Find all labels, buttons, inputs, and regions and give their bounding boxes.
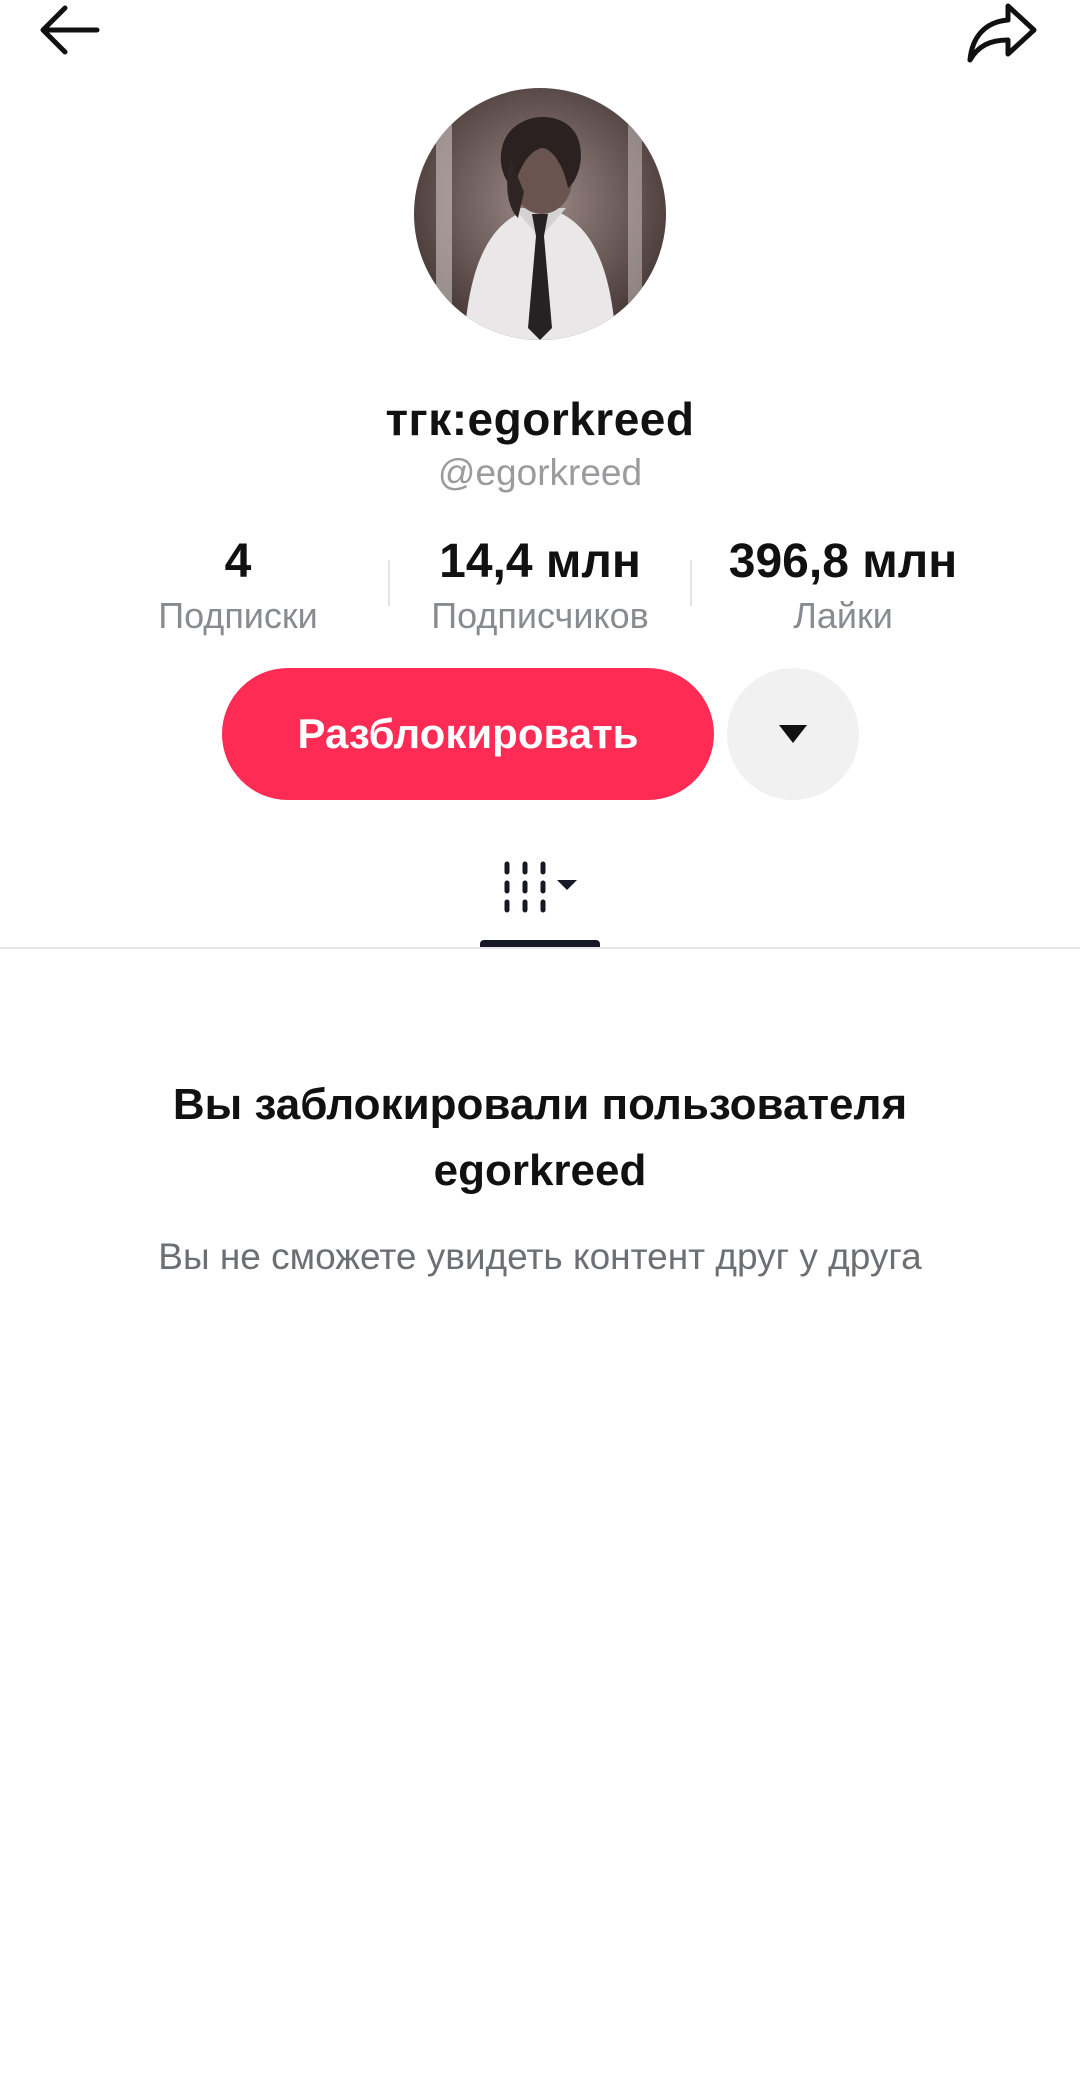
arrow-left-icon: [40, 5, 100, 55]
avatar[interactable]: [414, 88, 666, 340]
share-button[interactable]: [952, 0, 1052, 64]
blocked-subtitle: Вы не сможете увидеть контент друг у дру…: [158, 1236, 922, 1277]
display-name: тгк:egorkreed: [385, 393, 695, 445]
more-options-button[interactable]: [727, 668, 859, 800]
stat-divider: [690, 560, 692, 606]
blocked-title: Вы заблокировали пользователя egorkreed: [172, 1080, 908, 1195]
stat-divider: [388, 560, 390, 606]
stat-value: 14,4 млн: [439, 535, 641, 588]
caret-down-icon: [779, 725, 807, 743]
caret-down-icon: [557, 880, 577, 890]
stat-likes[interactable]: 396,8 млн Лайки: [700, 530, 986, 638]
avatar-image: [414, 88, 666, 340]
tab-videos[interactable]: [480, 856, 600, 920]
unblock-button[interactable]: Разблокировать: [222, 668, 714, 800]
stat-label: Подписки: [158, 595, 318, 636]
stat-following[interactable]: 4 Подписки: [138, 530, 338, 638]
stat-label: Лайки: [793, 595, 893, 636]
username: @egorkreed: [437, 452, 643, 493]
share-arrow-icon: [967, 3, 1037, 63]
tab-divider: [0, 947, 1080, 949]
stat-followers[interactable]: 14,4 млн Подписчиков: [400, 530, 680, 638]
video-grid-icon: [504, 861, 577, 913]
back-button[interactable]: [30, 0, 110, 60]
stat-value: 4: [224, 535, 252, 588]
stat-value: 396,8 млн: [728, 535, 958, 588]
stat-label: Подписчиков: [431, 595, 649, 636]
